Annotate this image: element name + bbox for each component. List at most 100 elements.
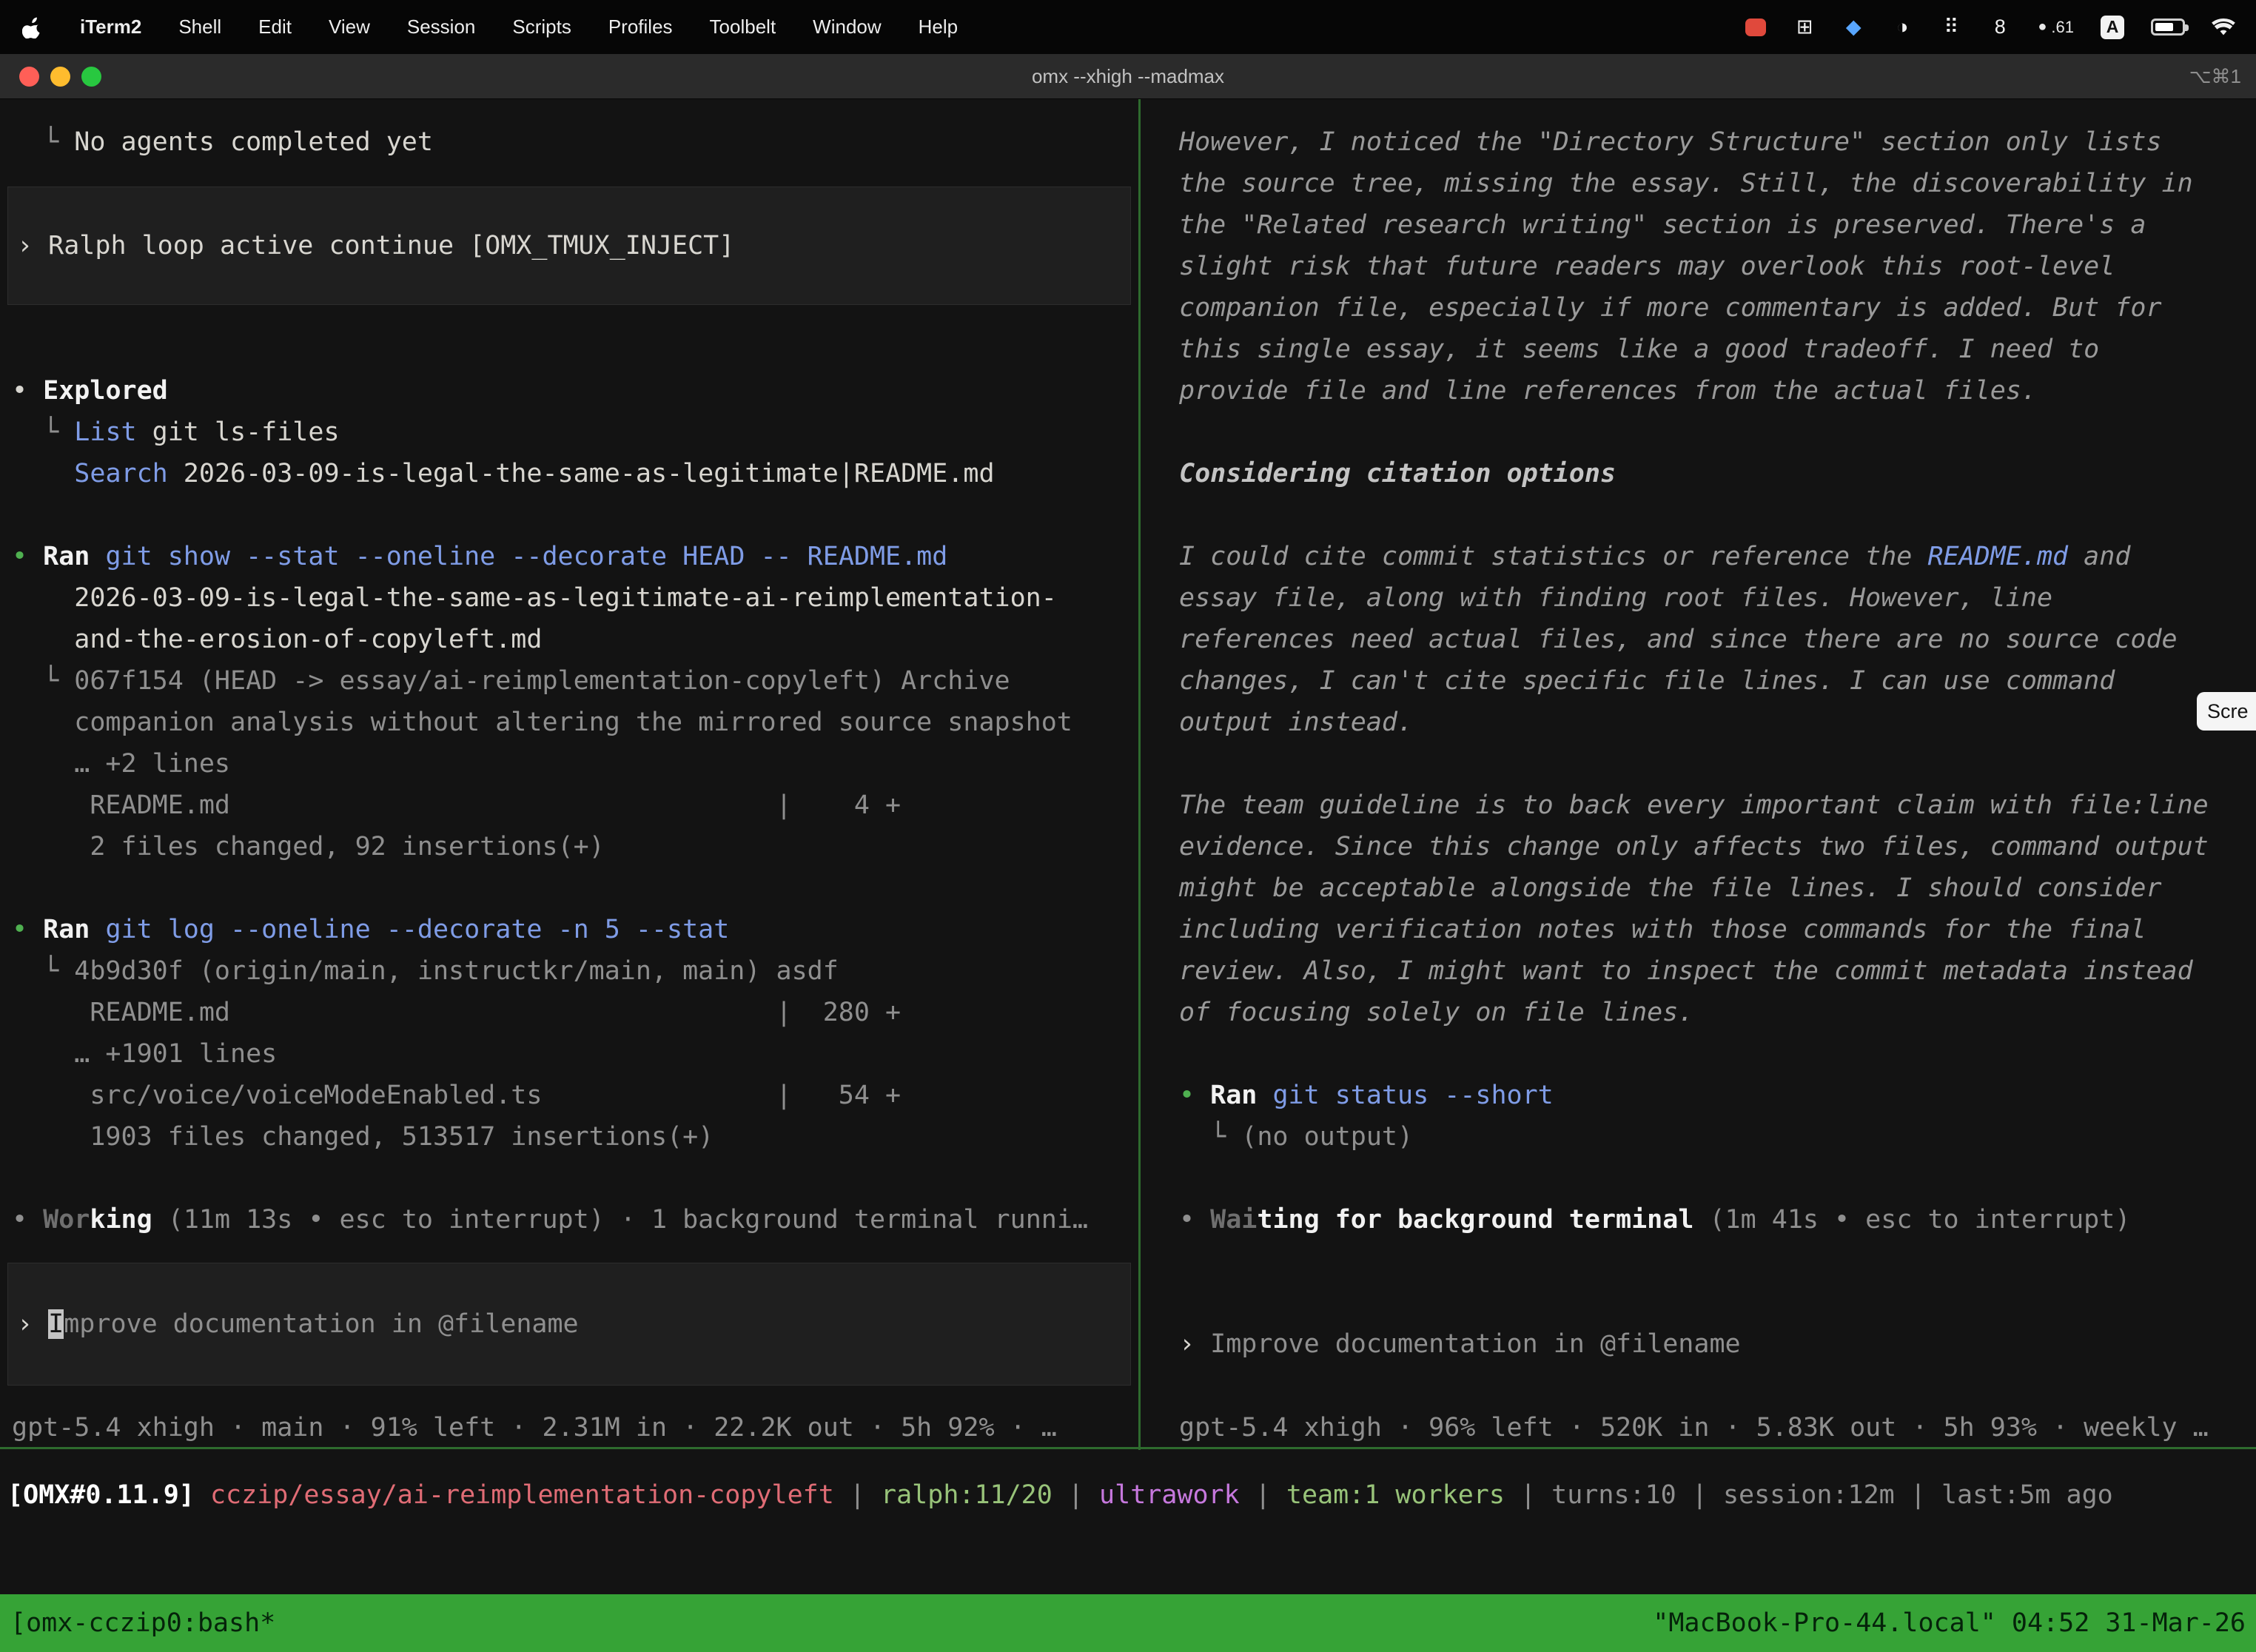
session-status-left: gpt-5.4 xhigh · main · 91% left · 2.31M … [12, 1407, 1057, 1448]
terminal-line: └ 067f154 (HEAD -> essay/ai-reimplementa… [12, 660, 1138, 702]
terminal-line: README.md | 280 + [12, 992, 1138, 1033]
terminal-line [1179, 412, 2256, 453]
terminal-line: slight risk that future readers may over… [1179, 246, 2256, 287]
input-source-icon[interactable]: A [2101, 15, 2124, 40]
shutter-icon[interactable]: ◑ [1891, 15, 1913, 40]
terminal-line [1179, 743, 2256, 785]
session-status-right: gpt-5.4 xhigh · 96% left · 520K in · 5.8… [1179, 1407, 2209, 1448]
tmux-status-bar: [omx-cczip0:bash* "MacBook-Pro-44.local"… [0, 1594, 2256, 1652]
stats-value: .61 [2051, 18, 2074, 37]
minimize-window-button[interactable] [50, 67, 70, 87]
terminal-line: However, I noticed the "Directory Struct… [1179, 121, 2256, 163]
battery-icon[interactable] [2151, 15, 2185, 40]
terminal-pane-right[interactable]: However, I noticed the "Directory Struct… [1141, 99, 2256, 1448]
menu-item-toolbelt[interactable]: Toolbelt [710, 16, 776, 38]
terminal-line: └ List git ls-files [12, 412, 1138, 453]
terminal-line: src/voice/voiceModeEnabled.ts | 54 + [12, 1075, 1138, 1116]
menu-items: iTerm2 Shell Edit View Session Scripts Profile… [80, 16, 958, 38]
screen: iTerm2 Shell Edit View Session Scripts Profile… [0, 0, 2256, 1652]
menu-item-help[interactable]: Help [919, 16, 958, 38]
tmux-session-window: [omx-cczip0:bash* [10, 1608, 275, 1638]
pane-bottom-border [0, 1447, 2256, 1449]
terminal-line: might be acceptable alongside the file l… [1179, 867, 2256, 909]
agents-summary: └ No agents completed yet [0, 121, 1138, 163]
terminal-line: • Ran git show --stat --oneline --decora… [12, 536, 1138, 577]
menu-item-window[interactable]: Window [813, 16, 881, 38]
terminal-line: [OMX#0.11.9] cczip/essay/ai-reimplementa… [7, 1474, 2256, 1516]
apple-logo-icon[interactable] [21, 15, 43, 40]
window-title: omx --xhigh --madmax [1032, 65, 1224, 88]
menu-item-iterm2[interactable]: iTerm2 [80, 16, 141, 38]
terminal-line: README.md | 4 + [12, 785, 1138, 826]
terminal-line: evidence. Since this change only affects… [1179, 826, 2256, 867]
wifi-icon[interactable] [2212, 15, 2235, 40]
prompt-input-left-text: › Improve documentation in @filename [8, 1303, 579, 1345]
menu-item-shell[interactable]: Shell [178, 16, 221, 38]
menu-item-profiles[interactable]: Profiles [608, 16, 673, 38]
terminal-line: review. Also, I might want to inspect th… [1179, 950, 2256, 992]
terminal-line: … +2 lines [12, 743, 1138, 785]
terminal-line: › Improve documentation in @filename [1179, 1323, 1741, 1365]
close-window-button[interactable] [19, 67, 39, 87]
ralph-loop-banner: › Ralph loop active continue [OMX_TMUX_I… [7, 187, 1131, 305]
terminal-line [1179, 1033, 2256, 1075]
ralph-loop-banner-text: › Ralph loop active continue [OMX_TMUX_I… [8, 225, 734, 266]
terminal-line: the "Related research writing" section i… [1179, 204, 2256, 246]
eight-app-icon[interactable]: 8 [1989, 15, 2011, 40]
terminal-line: 2026-03-09-is-legal-the-same-as-legitima… [12, 577, 1138, 619]
omx-status-line: [OMX#0.11.9] cczip/essay/ai-reimplementa… [7, 1474, 2256, 1516]
terminal-line: Considering citation options [1179, 453, 2256, 494]
menu-item-edit[interactable]: Edit [258, 16, 292, 38]
terminal-line: • Ran git status --short [1179, 1075, 2256, 1116]
terminal-line: companion file, especially if more comme… [1179, 287, 2256, 329]
terminal-line: references need actual files, and since … [1179, 619, 2256, 660]
agent-transcript-left: • Explored └ List git ls-files Search 20… [0, 329, 1138, 1240]
terminal-line: Search 2026-03-09-is-legal-the-same-as-l… [12, 453, 1138, 494]
terminal-line: 2 files changed, 92 insertions(+) [12, 826, 1138, 867]
zoom-window-button[interactable] [81, 67, 101, 87]
terminal-line: • Working (11m 13s • esc to interrupt) ·… [12, 1199, 1138, 1240]
terminal-line: • Explored [12, 370, 1138, 412]
terminal-area: └ No agents completed yet › Ralph loop a… [0, 99, 2256, 1448]
terminal-line: └ (no output) [1179, 1116, 2256, 1158]
terminal-line: I could cite commit statistics or refere… [1179, 536, 2256, 577]
screen-overlay-button[interactable]: Scre [2197, 692, 2256, 731]
terminal-line: output instead. [1179, 702, 2256, 743]
terminal-line: • Waiting for background terminal (1m 41… [1179, 1199, 2256, 1240]
terminal-line: └ 4b9d30f (origin/main, instructkr/main,… [12, 950, 1138, 992]
terminal-line: › Improve documentation in @filename [17, 1303, 579, 1345]
window-title-bar[interactable]: omx --xhigh --madmax ⌥⌘1 [0, 54, 2256, 99]
terminal-line: changes, I can't cite specific file line… [1179, 660, 2256, 702]
terminal-line: this single essay, it seems like a good … [1179, 329, 2256, 370]
terminal-line: and-the-erosion-of-copyleft.md [12, 619, 1138, 660]
screen-recording-indicator-icon[interactable] [1745, 15, 1767, 40]
terminal-line: of focusing solely on file lines. [1179, 992, 2256, 1033]
terminal-line [12, 1158, 1138, 1199]
menu-item-view[interactable]: View [329, 16, 370, 38]
menu-item-scripts[interactable]: Scripts [512, 16, 571, 38]
tmux-host-clock: "MacBook-Pro-44.local" 04:52 31-Mar-26 [1653, 1608, 2246, 1638]
terminal-line: the source tree, missing the essay. Stil… [1179, 163, 2256, 204]
terminal-line: • Ran git log --oneline --decorate -n 5 … [12, 909, 1138, 950]
prompt-input-left[interactable]: › Improve documentation in @filename [7, 1263, 1131, 1386]
terminal-line: including verification notes with those … [1179, 909, 2256, 950]
terminal-line [1179, 1158, 2256, 1199]
prompt-input-right[interactable]: › Improve documentation in @filename [1179, 1323, 1741, 1365]
dots-grid-icon[interactable]: ⠿ [1940, 15, 1962, 40]
menu-status-icons: ⊞ ◆ ◑ ⠿ 8 ●.61 A [1745, 15, 2235, 40]
menu-left: iTerm2 Shell Edit View Session Scripts Profile… [21, 15, 958, 40]
terminal-line: The team guideline is to back every impo… [1179, 785, 2256, 826]
stats-icon[interactable]: ●.61 [2038, 15, 2074, 40]
macos-menu-bar: iTerm2 Shell Edit View Session Scripts Profile… [0, 0, 2256, 54]
terminal-line [12, 329, 1138, 370]
menu-item-session[interactable]: Session [407, 16, 476, 38]
terminal-line: › Ralph loop active continue [OMX_TMUX_I… [17, 225, 734, 266]
terminal-pane-left[interactable]: └ No agents completed yet › Ralph loop a… [0, 99, 1138, 1448]
blue-app-icon[interactable]: ◆ [1842, 15, 1864, 40]
window-shortcut-hint: ⌥⌘1 [2189, 65, 2241, 88]
terminal-line: provide file and line references from th… [1179, 370, 2256, 412]
terminal-line [1179, 494, 2256, 536]
grid-icon[interactable]: ⊞ [1793, 15, 1816, 40]
terminal-line: └ No agents completed yet [12, 121, 1138, 163]
agent-transcript-right: However, I noticed the "Directory Struct… [1179, 121, 2256, 1240]
